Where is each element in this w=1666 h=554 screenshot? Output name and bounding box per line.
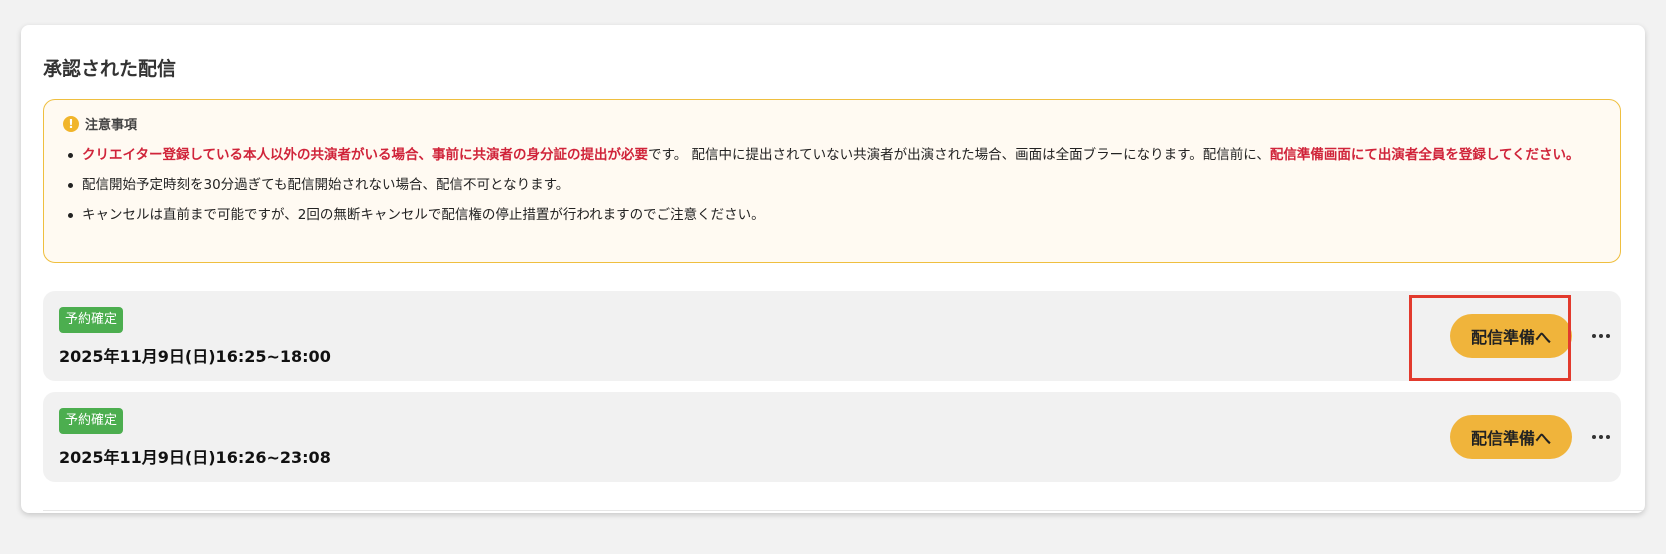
notice-emphasis: クリエイター登録している本人以外の共演者がいる場合、事前に共演者の身分証の提出が… xyxy=(82,147,649,163)
stream-datetime: 2025年11月9日(日)16:25~18:00 xyxy=(59,347,331,366)
highlight-box xyxy=(1409,295,1571,381)
notice-text: 配信開始予定時刻を30分過ぎても配信開始されない場合、配信不可となります。 xyxy=(82,177,570,193)
approved-streams-card: 承認された配信 ! 注意事項 クリエイター登録している本人以外の共演者がいる場合… xyxy=(21,25,1645,513)
alert-circle-icon: ! xyxy=(63,115,79,132)
notice-text: です。 配信中に提出されていない共演者が出演された場合、画面は全面ブラーになりま… xyxy=(648,147,1270,163)
notice-emphasis: 配信準備画面にて出演者全員を登録してください。 xyxy=(1269,147,1580,163)
notice-item: 配信開始予定時刻を30分過ぎても配信開始されない場合、配信不可となります。 xyxy=(68,174,1612,196)
notice-text: キャンセルは直前まで可能ですが、2回の無断キャンセルで配信権の停止措置が行われま… xyxy=(82,207,765,223)
notice-item: クリエイター登録している本人以外の共演者がいる場合、事前に共演者の身分証の提出が… xyxy=(68,144,1612,166)
stream-row: 予約確定 2025年11月9日(日)16:25~18:00 配信準備へ xyxy=(43,291,1621,381)
notice-item: キャンセルは直前まで可能ですが、2回の無断キャンセルで配信権の停止措置が行われま… xyxy=(68,204,1612,226)
more-horizontal-icon[interactable] xyxy=(1587,422,1615,452)
status-badge: 予約確定 xyxy=(59,307,124,333)
notice-box: ! 注意事項 クリエイター登録している本人以外の共演者がいる場合、事前に共演者の… xyxy=(43,99,1621,263)
divider xyxy=(43,510,1643,511)
notice-header: ! 注意事項 xyxy=(63,114,137,133)
more-horizontal-icon[interactable] xyxy=(1587,321,1615,351)
prepare-stream-button[interactable]: 配信準備へ xyxy=(1450,415,1572,459)
section-title: 承認された配信 xyxy=(43,58,177,80)
status-badge: 予約確定 xyxy=(59,408,124,434)
notice-title: 注意事項 xyxy=(85,118,138,133)
stream-row: 予約確定 2025年11月9日(日)16:26~23:08 配信準備へ xyxy=(43,392,1621,482)
stream-datetime: 2025年11月9日(日)16:26~23:08 xyxy=(59,448,331,467)
notice-list: クリエイター登録している本人以外の共演者がいる場合、事前に共演者の身分証の提出が… xyxy=(68,144,1612,234)
